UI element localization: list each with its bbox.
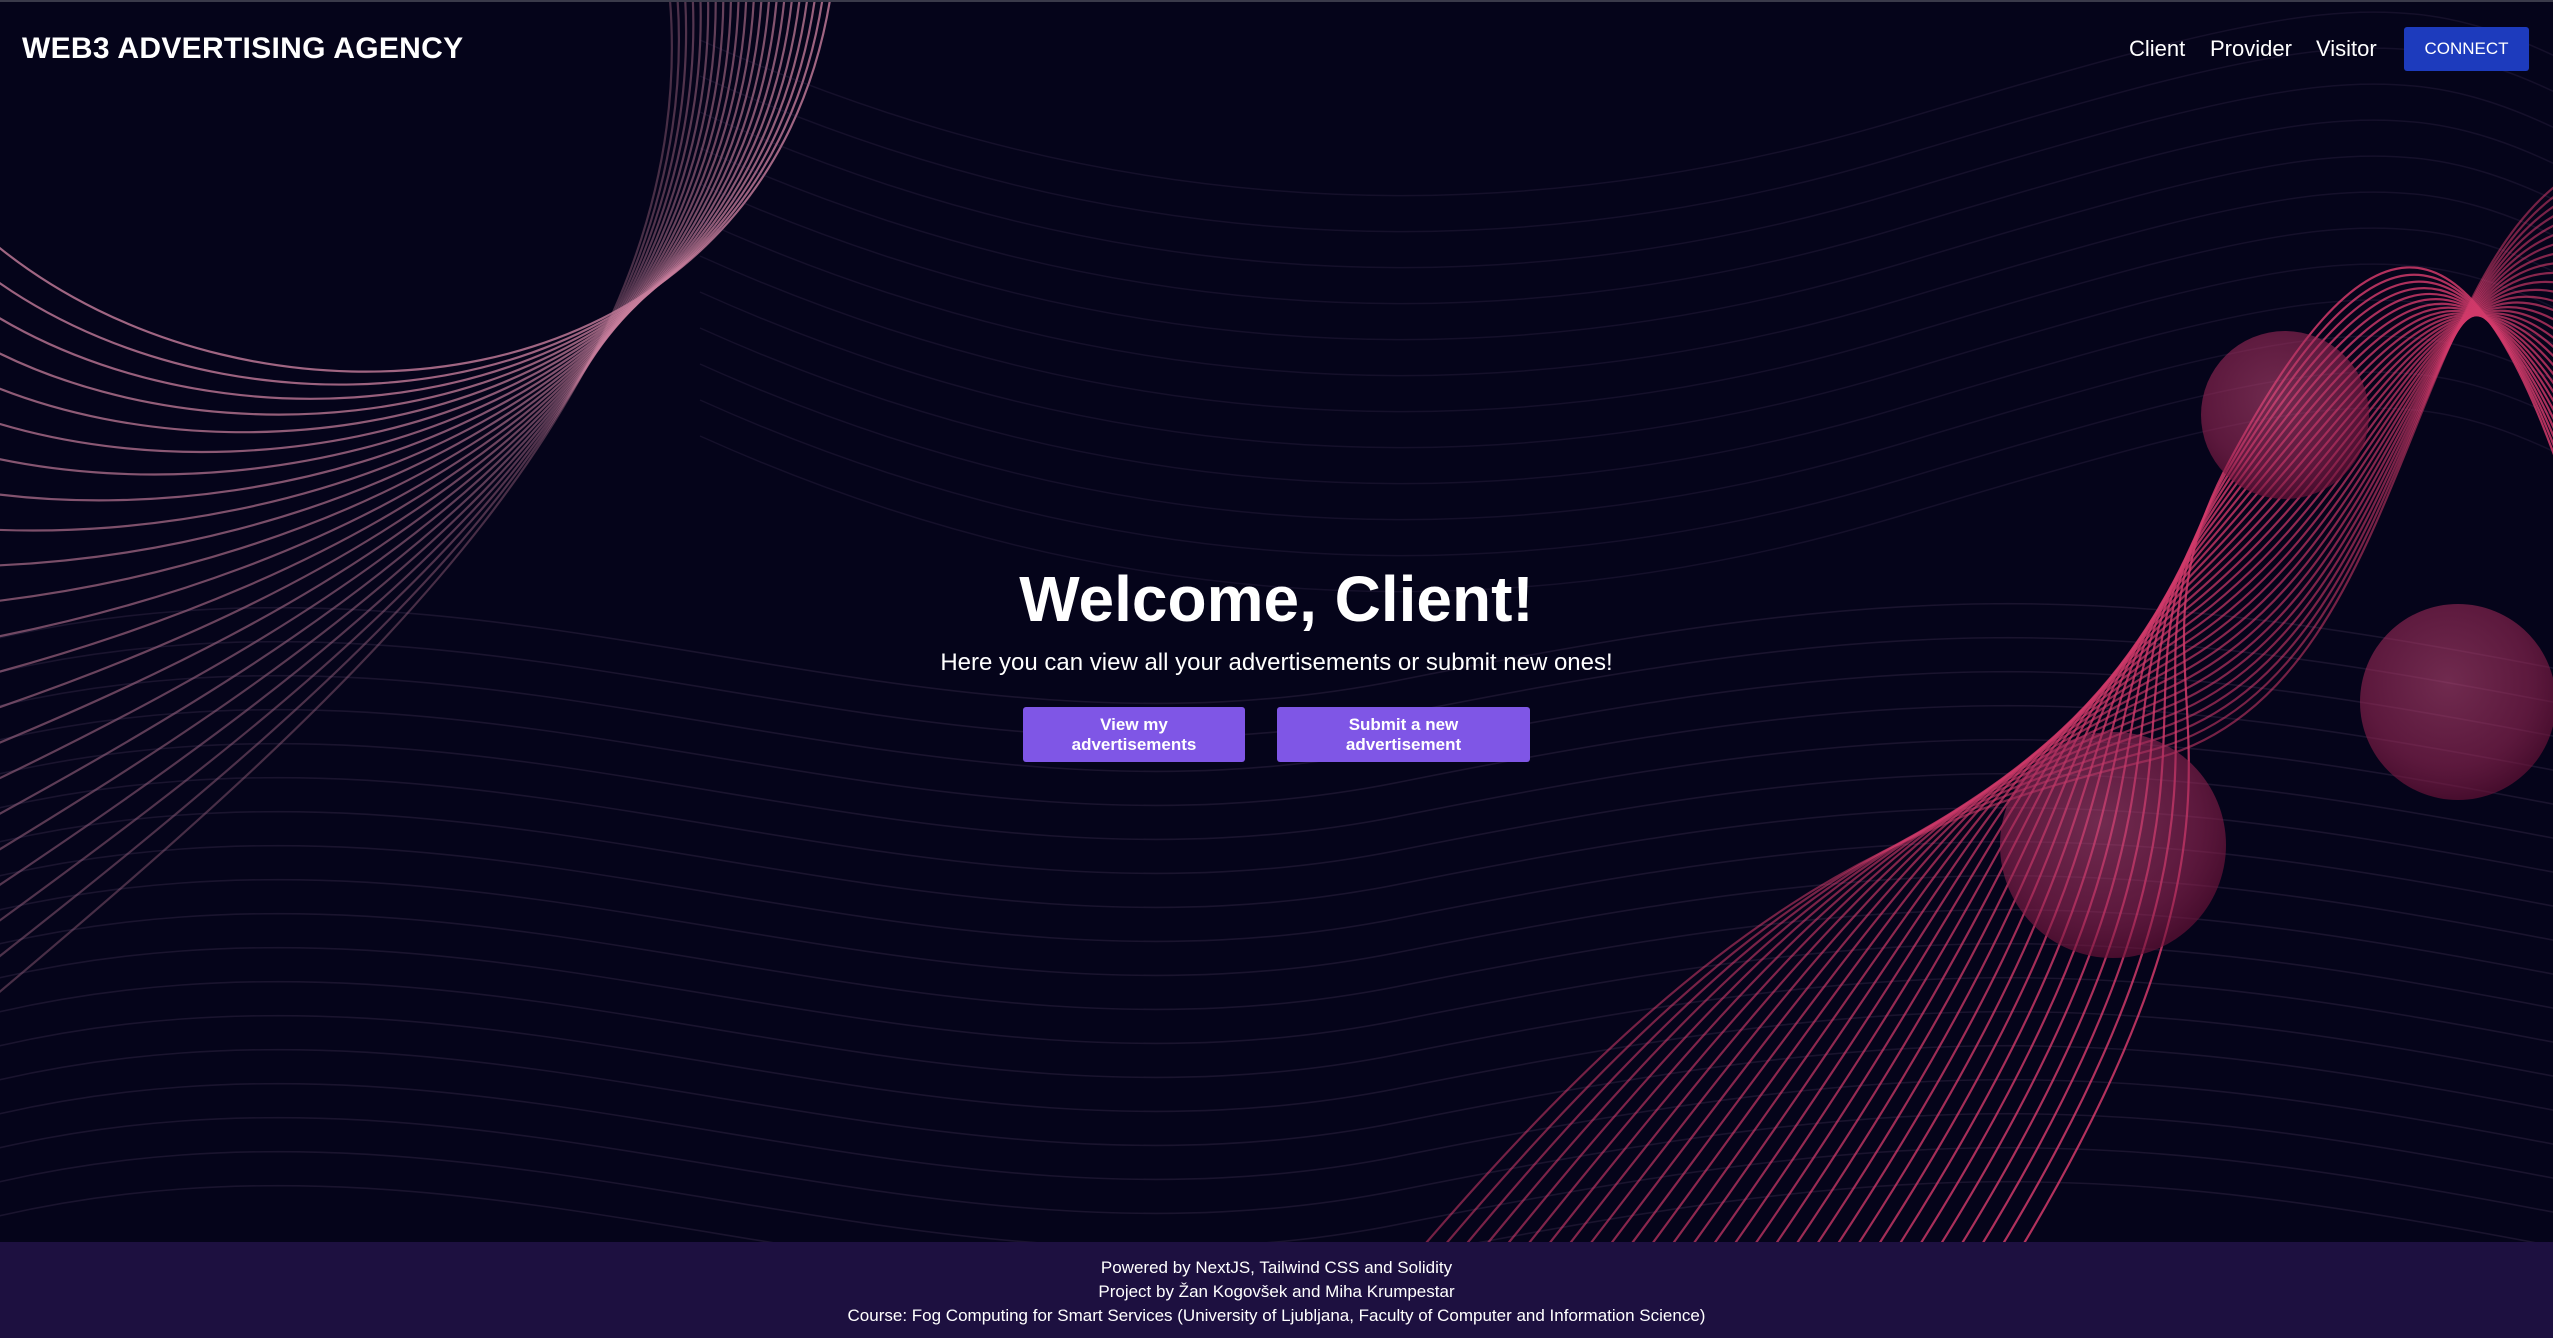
view-advertisements-button[interactable]: View my advertisements	[1023, 707, 1245, 762]
footer: Powered by NextJS, Tailwind CSS and Soli…	[0, 1242, 2553, 1338]
hero-title: Welcome, Client!	[1019, 563, 1534, 635]
sphere-top	[2201, 331, 2369, 499]
footer-project-authors: Project by Žan Kogovšek and Miha Krumpes…	[1098, 1282, 1455, 1301]
footer-powered-by: Powered by NextJS, Tailwind CSS and Soli…	[1100, 1258, 1453, 1277]
hero-button-group: View my advertisements Submit a new adve…	[0, 707, 2553, 762]
hero-section: Welcome, Client! Here you can view all y…	[0, 560, 2553, 762]
sphere-bottom	[2000, 732, 2226, 958]
nav-link-client[interactable]: Client	[2129, 36, 2185, 62]
nav-link-visitor[interactable]: Visitor	[2316, 36, 2377, 62]
connect-button[interactable]: CONNECT	[2404, 27, 2529, 71]
page: WEB3 ADVERTISING AGENCY Client Provider …	[0, 0, 2553, 1338]
nav-link-provider[interactable]: Provider	[2210, 36, 2292, 62]
navbar: WEB3 ADVERTISING AGENCY Client Provider …	[0, 0, 2553, 95]
hero-subtitle: Here you can view all your advertisement…	[940, 649, 1613, 676]
brand-logo[interactable]: WEB3 ADVERTISING AGENCY	[22, 32, 463, 66]
submit-advertisement-button[interactable]: Submit a new advertisement	[1277, 707, 1530, 762]
footer-course: Course: Fog Computing for Smart Services…	[847, 1306, 1706, 1325]
